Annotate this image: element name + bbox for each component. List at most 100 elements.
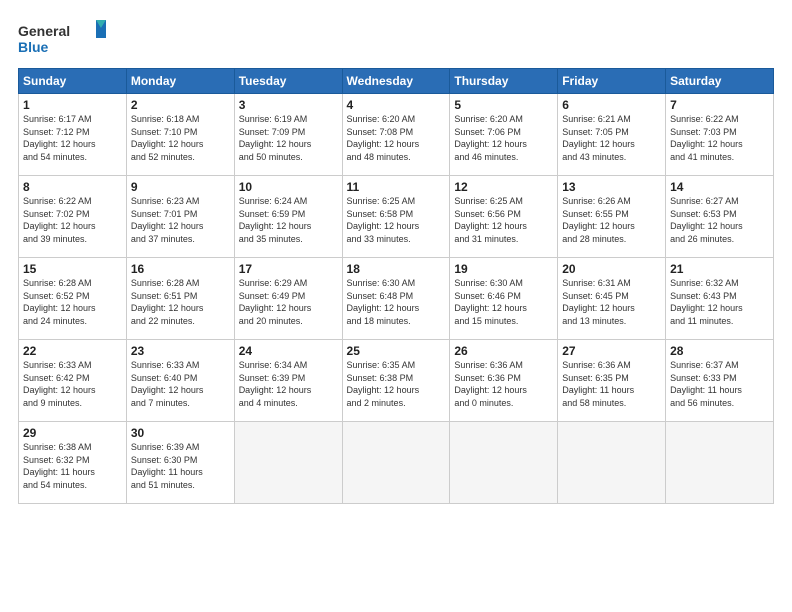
day-number: 23 (131, 344, 230, 358)
day-info: Sunrise: 6:36 AMSunset: 6:36 PMDaylight:… (454, 359, 553, 409)
day-number: 11 (347, 180, 446, 194)
day-info: Sunrise: 6:37 AMSunset: 6:33 PMDaylight:… (670, 359, 769, 409)
calendar-cell-30: 30Sunrise: 6:39 AMSunset: 6:30 PMDayligh… (126, 422, 234, 504)
day-info: Sunrise: 6:23 AMSunset: 7:01 PMDaylight:… (131, 195, 230, 245)
calendar-cell-5: 5Sunrise: 6:20 AMSunset: 7:06 PMDaylight… (450, 94, 558, 176)
day-info: Sunrise: 6:17 AMSunset: 7:12 PMDaylight:… (23, 113, 122, 163)
day-number: 10 (239, 180, 338, 194)
day-number: 6 (562, 98, 661, 112)
calendar-cell-empty (450, 422, 558, 504)
day-number: 15 (23, 262, 122, 276)
day-info: Sunrise: 6:29 AMSunset: 6:49 PMDaylight:… (239, 277, 338, 327)
calendar-cell-3: 3Sunrise: 6:19 AMSunset: 7:09 PMDaylight… (234, 94, 342, 176)
day-number: 24 (239, 344, 338, 358)
day-info: Sunrise: 6:34 AMSunset: 6:39 PMDaylight:… (239, 359, 338, 409)
day-number: 25 (347, 344, 446, 358)
day-number: 28 (670, 344, 769, 358)
calendar-cell-2: 2Sunrise: 6:18 AMSunset: 7:10 PMDaylight… (126, 94, 234, 176)
calendar-cell-19: 19Sunrise: 6:30 AMSunset: 6:46 PMDayligh… (450, 258, 558, 340)
calendar-cell-14: 14Sunrise: 6:27 AMSunset: 6:53 PMDayligh… (666, 176, 774, 258)
day-info: Sunrise: 6:25 AMSunset: 6:58 PMDaylight:… (347, 195, 446, 245)
day-info: Sunrise: 6:22 AMSunset: 7:02 PMDaylight:… (23, 195, 122, 245)
day-info: Sunrise: 6:33 AMSunset: 6:42 PMDaylight:… (23, 359, 122, 409)
calendar-cell-20: 20Sunrise: 6:31 AMSunset: 6:45 PMDayligh… (558, 258, 666, 340)
day-number: 21 (670, 262, 769, 276)
day-info: Sunrise: 6:32 AMSunset: 6:43 PMDaylight:… (670, 277, 769, 327)
calendar-cell-22: 22Sunrise: 6:33 AMSunset: 6:42 PMDayligh… (19, 340, 127, 422)
day-info: Sunrise: 6:30 AMSunset: 6:48 PMDaylight:… (347, 277, 446, 327)
day-info: Sunrise: 6:22 AMSunset: 7:03 PMDaylight:… (670, 113, 769, 163)
calendar-cell-28: 28Sunrise: 6:37 AMSunset: 6:33 PMDayligh… (666, 340, 774, 422)
calendar-cell-empty (666, 422, 774, 504)
calendar-cell-27: 27Sunrise: 6:36 AMSunset: 6:35 PMDayligh… (558, 340, 666, 422)
day-info: Sunrise: 6:26 AMSunset: 6:55 PMDaylight:… (562, 195, 661, 245)
col-saturday: Saturday (666, 69, 774, 94)
day-number: 26 (454, 344, 553, 358)
calendar-cell-21: 21Sunrise: 6:32 AMSunset: 6:43 PMDayligh… (666, 258, 774, 340)
header-row: Sunday Monday Tuesday Wednesday Thursday… (19, 69, 774, 94)
day-info: Sunrise: 6:24 AMSunset: 6:59 PMDaylight:… (239, 195, 338, 245)
day-number: 30 (131, 426, 230, 440)
calendar-cell-16: 16Sunrise: 6:28 AMSunset: 6:51 PMDayligh… (126, 258, 234, 340)
calendar-cell-6: 6Sunrise: 6:21 AMSunset: 7:05 PMDaylight… (558, 94, 666, 176)
logo: General Blue (18, 18, 108, 58)
day-number: 3 (239, 98, 338, 112)
day-number: 14 (670, 180, 769, 194)
page: General Blue Sunday Monday Tuesday Wedne… (0, 0, 792, 612)
day-number: 17 (239, 262, 338, 276)
day-number: 8 (23, 180, 122, 194)
day-number: 4 (347, 98, 446, 112)
day-number: 7 (670, 98, 769, 112)
calendar-cell-empty (234, 422, 342, 504)
day-number: 9 (131, 180, 230, 194)
day-number: 16 (131, 262, 230, 276)
week-row: 22Sunrise: 6:33 AMSunset: 6:42 PMDayligh… (19, 340, 774, 422)
svg-text:General: General (18, 23, 70, 39)
calendar-cell-4: 4Sunrise: 6:20 AMSunset: 7:08 PMDaylight… (342, 94, 450, 176)
day-info: Sunrise: 6:35 AMSunset: 6:38 PMDaylight:… (347, 359, 446, 409)
col-wednesday: Wednesday (342, 69, 450, 94)
calendar-cell-17: 17Sunrise: 6:29 AMSunset: 6:49 PMDayligh… (234, 258, 342, 340)
week-row: 8Sunrise: 6:22 AMSunset: 7:02 PMDaylight… (19, 176, 774, 258)
day-info: Sunrise: 6:27 AMSunset: 6:53 PMDaylight:… (670, 195, 769, 245)
day-number: 20 (562, 262, 661, 276)
calendar-cell-15: 15Sunrise: 6:28 AMSunset: 6:52 PMDayligh… (19, 258, 127, 340)
calendar-cell-7: 7Sunrise: 6:22 AMSunset: 7:03 PMDaylight… (666, 94, 774, 176)
day-info: Sunrise: 6:33 AMSunset: 6:40 PMDaylight:… (131, 359, 230, 409)
calendar-cell-8: 8Sunrise: 6:22 AMSunset: 7:02 PMDaylight… (19, 176, 127, 258)
calendar-cell-12: 12Sunrise: 6:25 AMSunset: 6:56 PMDayligh… (450, 176, 558, 258)
day-info: Sunrise: 6:18 AMSunset: 7:10 PMDaylight:… (131, 113, 230, 163)
day-info: Sunrise: 6:31 AMSunset: 6:45 PMDaylight:… (562, 277, 661, 327)
calendar-cell-11: 11Sunrise: 6:25 AMSunset: 6:58 PMDayligh… (342, 176, 450, 258)
logo-svg: General Blue (18, 18, 108, 58)
calendar: Sunday Monday Tuesday Wednesday Thursday… (18, 68, 774, 504)
day-number: 29 (23, 426, 122, 440)
calendar-cell-26: 26Sunrise: 6:36 AMSunset: 6:36 PMDayligh… (450, 340, 558, 422)
calendar-cell-10: 10Sunrise: 6:24 AMSunset: 6:59 PMDayligh… (234, 176, 342, 258)
day-number: 27 (562, 344, 661, 358)
week-row: 29Sunrise: 6:38 AMSunset: 6:32 PMDayligh… (19, 422, 774, 504)
day-number: 19 (454, 262, 553, 276)
day-info: Sunrise: 6:30 AMSunset: 6:46 PMDaylight:… (454, 277, 553, 327)
day-info: Sunrise: 6:20 AMSunset: 7:08 PMDaylight:… (347, 113, 446, 163)
calendar-cell-25: 25Sunrise: 6:35 AMSunset: 6:38 PMDayligh… (342, 340, 450, 422)
day-info: Sunrise: 6:19 AMSunset: 7:09 PMDaylight:… (239, 113, 338, 163)
day-info: Sunrise: 6:39 AMSunset: 6:30 PMDaylight:… (131, 441, 230, 491)
calendar-cell-23: 23Sunrise: 6:33 AMSunset: 6:40 PMDayligh… (126, 340, 234, 422)
day-number: 1 (23, 98, 122, 112)
calendar-cell-29: 29Sunrise: 6:38 AMSunset: 6:32 PMDayligh… (19, 422, 127, 504)
day-info: Sunrise: 6:36 AMSunset: 6:35 PMDaylight:… (562, 359, 661, 409)
calendar-cell-empty (342, 422, 450, 504)
day-number: 13 (562, 180, 661, 194)
calendar-cell-13: 13Sunrise: 6:26 AMSunset: 6:55 PMDayligh… (558, 176, 666, 258)
day-number: 22 (23, 344, 122, 358)
calendar-cell-24: 24Sunrise: 6:34 AMSunset: 6:39 PMDayligh… (234, 340, 342, 422)
week-row: 1Sunrise: 6:17 AMSunset: 7:12 PMDaylight… (19, 94, 774, 176)
calendar-cell-18: 18Sunrise: 6:30 AMSunset: 6:48 PMDayligh… (342, 258, 450, 340)
day-info: Sunrise: 6:38 AMSunset: 6:32 PMDaylight:… (23, 441, 122, 491)
calendar-cell-1: 1Sunrise: 6:17 AMSunset: 7:12 PMDaylight… (19, 94, 127, 176)
calendar-cell-empty (558, 422, 666, 504)
col-thursday: Thursday (450, 69, 558, 94)
col-friday: Friday (558, 69, 666, 94)
svg-text:Blue: Blue (18, 39, 49, 55)
